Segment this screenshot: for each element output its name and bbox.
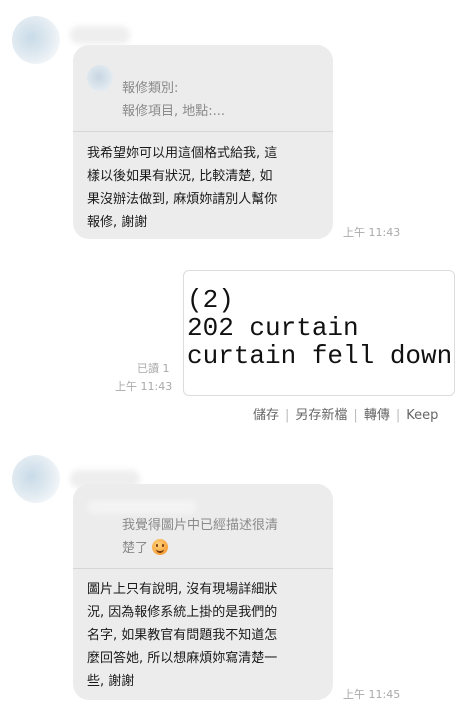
save-button[interactable]: 儲存 — [253, 408, 279, 423]
sender-avatar[interactable] — [12, 16, 60, 64]
quote-name-redacted — [87, 500, 197, 514]
message-text-line: 果沒辦法做到, 麻煩妳請別人幫你 — [87, 192, 278, 207]
sender-name-redacted — [70, 26, 130, 44]
smile-emoji-icon — [152, 539, 169, 555]
image-text-line: curtain fell down — [187, 341, 453, 371]
message-timestamp: 上午 11:43 — [115, 380, 173, 393]
image-message[interactable]: (2) 202 curtain curtain fell down — [183, 270, 455, 396]
message-timestamp: 上午 11:43 — [343, 226, 401, 239]
message-text-line: 況, 因為報修系統上掛的是我們的 — [87, 605, 278, 620]
quote-line-2-text: 楚了 — [122, 541, 149, 556]
reply-quote[interactable]: 我覺得圖片中已經描述很清 楚了 — [73, 484, 333, 569]
message-text-line: 些, 謝謝 — [87, 674, 135, 689]
read-receipt: 已讀 1 — [137, 362, 170, 375]
forward-button[interactable]: 轉傳 — [364, 408, 390, 423]
divider: | — [353, 408, 358, 423]
message-bubble-2[interactable]: 我覺得圖片中已經描述很清 楚了 圖片上只有說明, 沒有現場詳細狀 況, 因為報修… — [73, 484, 333, 700]
reply-quote[interactable]: 報修類別: 報修項目, 地點:... — [73, 45, 333, 132]
message-bubble-1[interactable]: 報修類別: 報修項目, 地點:... 我希望妳可以用這個格式給我, 這 樣以後如… — [73, 45, 333, 239]
keep-button[interactable]: Keep — [406, 408, 438, 423]
quote-avatar — [87, 65, 113, 91]
message-text-line: 我希望妳可以用這個格式給我, 這 — [87, 146, 278, 161]
sender-avatar[interactable] — [12, 455, 60, 503]
message-text-line: 麼回答她, 所以想麻煩妳寫清楚一 — [87, 651, 278, 666]
quote-line-1: 我覺得圖片中已經描述很清 — [122, 518, 279, 533]
image-text-line: 202 curtain — [187, 313, 359, 343]
message-timestamp: 上午 11:45 — [343, 688, 401, 701]
message-text-line: 報修, 謝謝 — [87, 215, 148, 230]
save-as-button[interactable]: 另存新檔 — [295, 408, 347, 423]
quote-line-2: 報修項目, 地點:... — [122, 104, 226, 119]
image-text-line: (2) — [187, 285, 234, 315]
divider: | — [395, 408, 401, 423]
image-actions: 儲存 | 另存新檔 | 轉傳 | Keep — [253, 404, 438, 423]
message-text-line: 樣以後如果有狀況, 比較清楚, 如 — [87, 169, 273, 184]
divider: | — [285, 408, 290, 423]
quote-line-1: 報修類別: — [122, 81, 179, 96]
quote-line-2: 楚了 — [122, 538, 169, 559]
message-text-line: 名字, 如果教官有問題我不知道怎 — [87, 628, 278, 643]
message-text-line: 圖片上只有說明, 沒有現場詳細狀 — [87, 582, 278, 597]
